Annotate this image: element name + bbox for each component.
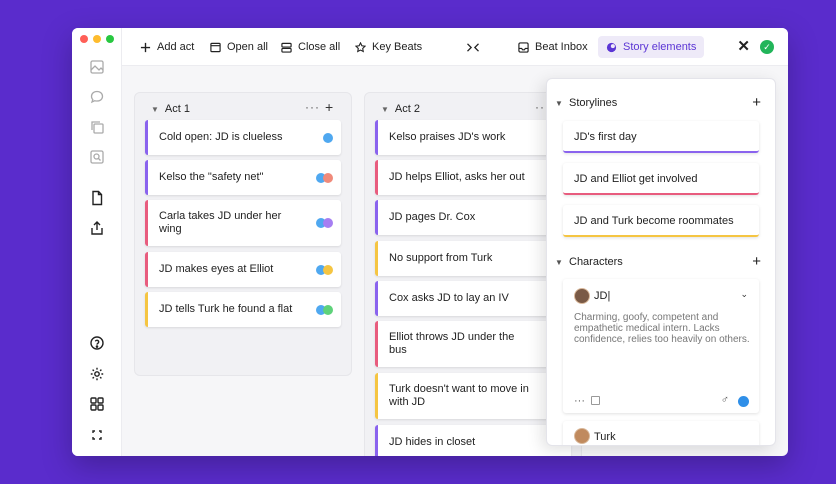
avatar — [574, 288, 590, 304]
beat-card[interactable]: Kelso the "safety net" — [145, 160, 341, 195]
maximize-window-button[interactable] — [106, 35, 114, 43]
character-name: Turk — [594, 431, 616, 443]
storyline-card[interactable]: JD and Turk become roommates — [563, 205, 759, 237]
tag-dots — [323, 132, 333, 143]
chevron-down-icon[interactable]: ▼ — [555, 99, 563, 108]
character-card[interactable]: JD| ⌄ Charming, goofy, competent and emp… — [563, 279, 759, 413]
close-icon[interactable]: ✕ — [737, 39, 750, 55]
share-icon[interactable] — [87, 218, 107, 238]
document-icon[interactable] — [87, 188, 107, 208]
more-icon[interactable]: ··· — [305, 100, 320, 114]
tag-dots — [316, 172, 333, 183]
sidebar — [72, 28, 122, 456]
sync-status-icon: ✓ — [760, 40, 774, 54]
fullscreen-icon[interactable] — [87, 425, 107, 445]
beat-card[interactable]: JD tells Turk he found a flat — [145, 292, 341, 327]
beat-card[interactable]: JD helps Elliot, asks her out — [375, 160, 571, 195]
collapse-icon — [281, 42, 292, 53]
story-elements-icon — [606, 42, 617, 52]
star-icon — [355, 41, 366, 53]
character-description[interactable]: Charming, goofy, competent and empatheti… — [574, 312, 750, 345]
beat-card[interactable]: Carla takes JD under her wing — [145, 200, 341, 246]
add-act-button[interactable]: Add act — [140, 38, 194, 56]
tag-dots — [316, 304, 333, 315]
character-name[interactable]: JD| — [594, 290, 610, 302]
gender-icon: ♂ — [720, 394, 729, 406]
collapse-arrows-icon[interactable] — [466, 38, 480, 56]
beat-card[interactable]: Turk doesn't want to move in with JD — [375, 373, 571, 419]
avatar — [574, 428, 590, 444]
beat-card[interactable]: JD hides in closet — [375, 425, 571, 456]
search-document-icon[interactable] — [87, 147, 107, 167]
storyline-card[interactable]: JD's first day — [563, 121, 759, 153]
chevron-down-icon[interactable]: ▼ — [381, 105, 389, 114]
copy-icon[interactable] — [87, 117, 107, 137]
beat-card[interactable]: Elliot throws JD under the bus — [375, 321, 571, 367]
beat-card[interactable]: JD pages Dr. Cox — [375, 200, 571, 235]
beat-card[interactable]: JD makes eyes at Elliot — [145, 252, 341, 287]
story-elements-panel: ▼ Storylines + JD's first day JD and Ell… — [546, 78, 776, 446]
close-all-button[interactable]: Close all — [281, 38, 340, 56]
chevron-down-icon[interactable]: ⌄ — [740, 289, 748, 300]
grid-icon[interactable] — [87, 394, 107, 414]
act-header[interactable]: ▼ Act 1 — [151, 103, 190, 115]
open-all-button[interactable]: Open all — [210, 38, 268, 56]
beat-card[interactable]: Cox asks JD to lay an IV — [375, 281, 571, 316]
close-window-button[interactable] — [80, 35, 88, 43]
storylines-header[interactable]: ▼ Storylines — [555, 97, 617, 109]
more-icon[interactable]: ··· — [574, 395, 585, 407]
window-icon — [210, 42, 221, 52]
app-window: Add act Open all Close all Key Beats Bea… — [72, 28, 788, 456]
inbox-icon — [518, 41, 529, 53]
copy-icon[interactable] — [591, 396, 600, 405]
color-dot[interactable] — [738, 396, 749, 407]
add-storyline-button[interactable]: + — [752, 94, 761, 111]
beat-inbox-button[interactable]: Beat Inbox — [518, 38, 588, 56]
story-elements-button[interactable]: Story elements — [598, 36, 705, 58]
help-icon[interactable] — [87, 333, 107, 353]
chevron-down-icon[interactable]: ▼ — [151, 105, 159, 114]
beat-card[interactable]: No support from Turk — [375, 241, 571, 276]
toolbar: Add act Open all Close all Key Beats Bea… — [122, 28, 788, 66]
characters-header[interactable]: ▼ Characters — [555, 256, 623, 268]
plus-icon — [140, 42, 151, 52]
beat-card[interactable]: Kelso praises JD's work — [375, 120, 571, 155]
act-column: ▼ Act 1 ··· + Cold open: JD is clueless … — [134, 92, 352, 376]
key-beats-button[interactable]: Key Beats — [355, 38, 422, 56]
character-card[interactable]: Turk — [563, 421, 759, 445]
tag-dots — [316, 264, 333, 275]
board: ▼ Act 1 ··· + Cold open: JD is clueless … — [122, 66, 788, 456]
chat-icon[interactable] — [87, 87, 107, 107]
add-character-button[interactable]: + — [752, 253, 761, 270]
tag-dots — [316, 218, 333, 228]
gear-icon[interactable] — [87, 364, 107, 384]
chevron-down-icon[interactable]: ▼ — [555, 258, 563, 267]
add-beat-button[interactable]: + — [325, 99, 333, 115]
minimize-window-button[interactable] — [93, 35, 101, 43]
act-header[interactable]: ▼ Act 2 — [381, 103, 420, 115]
storyline-card[interactable]: JD and Elliot get involved — [563, 163, 759, 195]
window-controls — [80, 35, 114, 43]
image-icon[interactable] — [87, 57, 107, 77]
beat-card[interactable]: Cold open: JD is clueless — [145, 120, 341, 155]
